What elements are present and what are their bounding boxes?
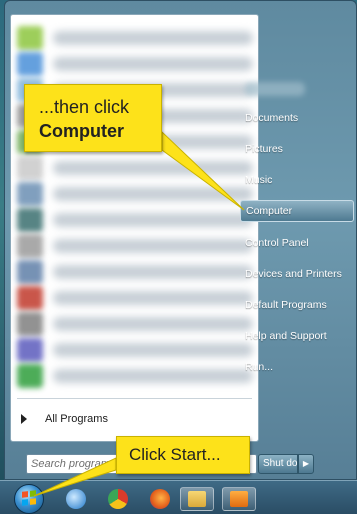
program-label-blurred: [53, 161, 253, 175]
program-label-blurred: [53, 239, 253, 253]
program-item[interactable]: [17, 361, 253, 391]
program-icon: [17, 26, 43, 50]
firefox-icon[interactable]: [150, 489, 170, 509]
program-label-blurred: [53, 265, 253, 279]
right-menu-item-pictures[interactable]: Pictures: [240, 139, 354, 161]
program-icon: [17, 338, 43, 362]
program-icon: [17, 52, 43, 76]
program-icon: [17, 182, 43, 206]
all-programs-label: All Programs: [45, 413, 108, 425]
separator: [17, 398, 252, 399]
right-menu-item-music[interactable]: Music: [240, 170, 354, 192]
callout-top-line1: ...then click: [39, 97, 130, 117]
program-icon: [17, 364, 43, 388]
program-icon: [17, 156, 43, 180]
callout-top-line2: Computer: [39, 121, 124, 141]
program-label-blurred: [53, 343, 253, 357]
program-icon: [17, 312, 43, 336]
right-menu-item-help-and-support[interactable]: Help and Support: [240, 326, 354, 348]
chrome-icon[interactable]: [108, 489, 128, 509]
program-label-blurred: [53, 57, 253, 71]
shutdown-button[interactable]: Shut down: [258, 454, 298, 474]
right-menu-item-run[interactable]: Run...: [240, 357, 354, 379]
taskbar: [0, 480, 357, 514]
all-programs-button[interactable]: All Programs: [21, 408, 108, 430]
ie-icon[interactable]: [66, 489, 86, 509]
program-icon: [17, 260, 43, 284]
program-icon: [17, 234, 43, 258]
programs-pane: All Programs: [10, 14, 259, 442]
right-menu-item-documents[interactable]: Documents: [240, 108, 354, 130]
right-menu-item-computer[interactable]: Computer: [240, 200, 354, 222]
shutdown-arrow-button[interactable]: ▶: [298, 454, 314, 474]
program-label-blurred: [53, 369, 253, 383]
program-label-blurred: [53, 187, 253, 201]
callout-click-start: Click Start...: [116, 436, 250, 474]
right-menu-item-default-programs[interactable]: Default Programs: [240, 295, 354, 317]
right-menu-item-devices-and-printers[interactable]: Devices and Printers: [240, 264, 354, 286]
windows-logo-icon: [22, 490, 36, 506]
user-name[interactable]: [245, 82, 305, 96]
arrow-right-icon: [21, 414, 27, 424]
explorer-icon: [188, 491, 206, 507]
callout-then-click-computer: ...then click Computer: [24, 84, 162, 152]
program-icon: [17, 208, 43, 232]
program-label-blurred: [53, 213, 253, 227]
program-label-blurred: [53, 317, 253, 331]
program-label-blurred: [53, 291, 253, 305]
program-icon: [17, 286, 43, 310]
right-menu-item-control-panel[interactable]: Control Panel: [240, 233, 354, 255]
program-label-blurred: [53, 31, 253, 45]
media-icon: [230, 491, 248, 507]
